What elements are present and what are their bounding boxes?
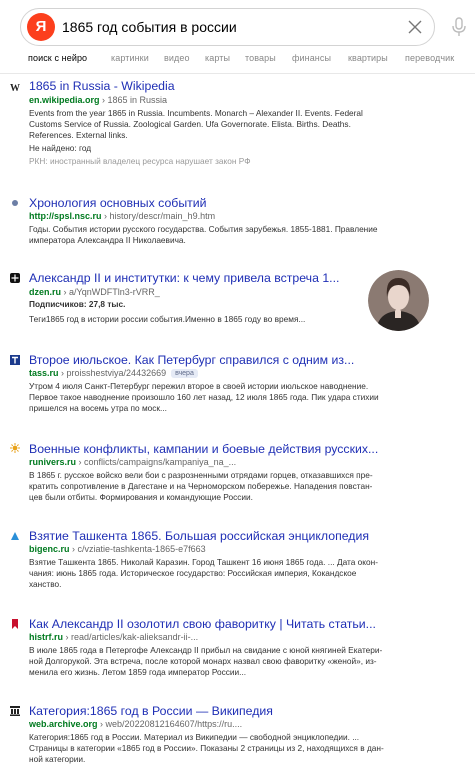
snippet-line: Customs Service of Russia. Zoological Ga…: [29, 119, 351, 129]
result-url[interactable]: http://spsl.nsc.ru › history/descr/main_…: [29, 210, 215, 222]
result-snippet: Взятие Ташкента 1865. Николай Каразин. Г…: [29, 557, 459, 590]
result-url[interactable]: dzen.ru › a/YqnWDFTln3-rVRR_: [29, 286, 160, 298]
snippet-line: чания: июнь 1865 года. Историческое госу…: [29, 568, 357, 578]
svg-text:W: W: [10, 83, 20, 92]
tab-maps[interactable]: карты: [205, 53, 230, 63]
sun-favicon-icon: [10, 443, 20, 453]
result-host[interactable]: dzen.ru: [29, 287, 61, 297]
snippet-line: цев были отбиты. Формирования и командую…: [29, 492, 253, 502]
tab-products[interactable]: товары: [245, 53, 276, 63]
result-host[interactable]: en.wikipedia.org: [29, 95, 100, 105]
snippet-line: императора Александра II Николаевича.: [29, 235, 186, 245]
result-title[interactable]: Как Александр II озолотил свою фаворитку…: [29, 616, 376, 632]
yandex-logo[interactable]: Я: [27, 13, 55, 41]
clear-icon[interactable]: [408, 20, 422, 34]
result-title[interactable]: Взятие Ташкента 1865. Большая российская…: [29, 528, 369, 544]
result-path: › read/articles/kak-alieksandr-ii-...: [65, 632, 199, 642]
snippet-line: ханство.: [29, 579, 62, 589]
wikipedia-favicon-icon: W: [10, 83, 20, 92]
result-snippet: Events from the year 1865 in Russia. Inc…: [29, 108, 459, 167]
result-title[interactable]: Военные конфликты, кампании и боевые дей…: [29, 441, 378, 457]
result-path: › 1865 in Russia: [102, 95, 168, 105]
snippet-line: Взятие Ташкента 1865. Николай Каразин. Г…: [29, 557, 378, 567]
snippet-line: кратить сопротивление в Дагестане и на Ч…: [29, 481, 373, 491]
date-badge: вчера: [171, 369, 198, 378]
archive-favicon-icon: [10, 706, 20, 716]
result-url[interactable]: runivers.ru › conflicts/campaigns/kampan…: [29, 456, 236, 468]
result-snippet: В июле 1865 года в Петергофе Александр I…: [29, 645, 459, 678]
snippet-line: ной Долгорукой. Эта встреча, после котор…: [29, 656, 377, 666]
result-path: › conflicts/campaigns/kampaniya_na_...: [78, 457, 237, 467]
result-title[interactable]: Категория:1865 год в России — Википедия: [29, 703, 273, 719]
tab-images[interactable]: картинки: [111, 53, 149, 63]
search-input[interactable]: 1865 год события в россии: [62, 9, 237, 45]
snippet-line: менила его жизнь. Летом 1859 года импера…: [29, 667, 247, 677]
result-host[interactable]: bigenc.ru: [29, 544, 70, 554]
result-url[interactable]: histrf.ru › read/articles/kak-alieksandr…: [29, 631, 198, 643]
result-title[interactable]: Второе июльское. Как Петербург справился…: [29, 352, 354, 368]
result-snippet: В 1865 г. русское войско вели бои с разр…: [29, 470, 459, 503]
article-thumbnail[interactable]: [368, 270, 429, 331]
snippet-line: Теги1865 год в истории россии события.Им…: [29, 314, 306, 324]
result-snippet: Утром 4 июля Санкт-Петербург пережил вто…: [29, 381, 459, 414]
tass-favicon-icon: [10, 355, 20, 365]
result-title[interactable]: 1865 in Russia - Wikipedia: [29, 78, 175, 94]
globe-favicon-icon: [12, 200, 18, 206]
snippet-line: ной категории.: [29, 754, 86, 764]
result-snippet: Годы. События истории русского государст…: [29, 224, 459, 246]
bookmark-favicon-icon: [12, 619, 18, 629]
result-host[interactable]: runivers.ru: [29, 457, 76, 467]
snippet-line: Утром 4 июля Санкт-Петербург пережил вто…: [29, 381, 369, 391]
result-path: › a/YqnWDFTln3-rVRR_: [63, 287, 160, 297]
rkn-warning: РКН: иностранный владелец ресурса наруша…: [29, 156, 251, 166]
snippet-line: В июле 1865 года в Петергофе Александр I…: [29, 645, 383, 655]
snippet-line: Категория:1865 год в России. Материал из…: [29, 732, 360, 742]
result-host[interactable]: web.archive.org: [29, 719, 98, 729]
result-url[interactable]: en.wikipedia.org › 1865 in Russia: [29, 94, 167, 106]
subscribers-count: Подписчиков: 27,8 тыс.: [29, 299, 126, 309]
result-path: › web/20220812164607/https://ru....: [100, 719, 243, 729]
snippet-line: Годы. События истории русского государст…: [29, 224, 378, 234]
search-header: Я 1865 год события в россии поиск с нейр…: [0, 0, 475, 74]
tab-apartments[interactable]: квартиры: [348, 53, 388, 63]
result-title[interactable]: Александр II и институтки: к чему привел…: [29, 270, 339, 286]
result-path: › c/vziatie-tashkenta-1865-e7f663: [72, 544, 206, 554]
result-snippet: Подписчиков: 27,8 тыс. Теги1865 год в ис…: [29, 299, 359, 325]
tab-translator[interactable]: переводчик: [405, 53, 454, 63]
tab-neuro[interactable]: поиск с нейро: [28, 53, 87, 63]
microphone-icon[interactable]: [451, 17, 467, 37]
snippet-line: References. External links.: [29, 130, 128, 140]
result-snippet: Категория:1865 год в России. Материал из…: [29, 732, 459, 765]
result-url[interactable]: bigenc.ru › c/vziatie-tashkenta-1865-e7f…: [29, 543, 206, 555]
result-url[interactable]: web.archive.org › web/20220812164607/htt…: [29, 718, 242, 730]
result-host[interactable]: histrf.ru: [29, 632, 63, 642]
bre-favicon-icon: [11, 532, 19, 540]
result-path: › proisshestviya/24432669: [61, 368, 167, 378]
result-title[interactable]: Хронология основных событий: [29, 195, 207, 211]
snippet-line: В 1865 г. русское войско вели бои с разр…: [29, 470, 373, 480]
dzen-favicon-icon: [10, 273, 20, 283]
result-path: › history/descr/main_h9.htm: [104, 211, 216, 221]
tab-finance[interactable]: финансы: [292, 53, 331, 63]
snippet-line: Первое такое наводнение произошло 160 ле…: [29, 392, 379, 402]
not-found-note: Не найдено: год: [29, 143, 92, 153]
snippet-line: Events from the year 1865 in Russia. Inc…: [29, 108, 363, 118]
tab-video[interactable]: видео: [164, 53, 190, 63]
snippet-line: пришелся на восемь утра по моск...: [29, 403, 167, 413]
result-url[interactable]: tass.ru › proisshestviya/24432669 вчера: [29, 367, 198, 379]
snippet-line: Страницы в категории «1865 год в России»…: [29, 743, 384, 753]
result-host[interactable]: tass.ru: [29, 368, 59, 378]
result-host[interactable]: http://spsl.nsc.ru: [29, 211, 102, 221]
search-bar[interactable]: Я 1865 год события в россии: [20, 8, 435, 46]
